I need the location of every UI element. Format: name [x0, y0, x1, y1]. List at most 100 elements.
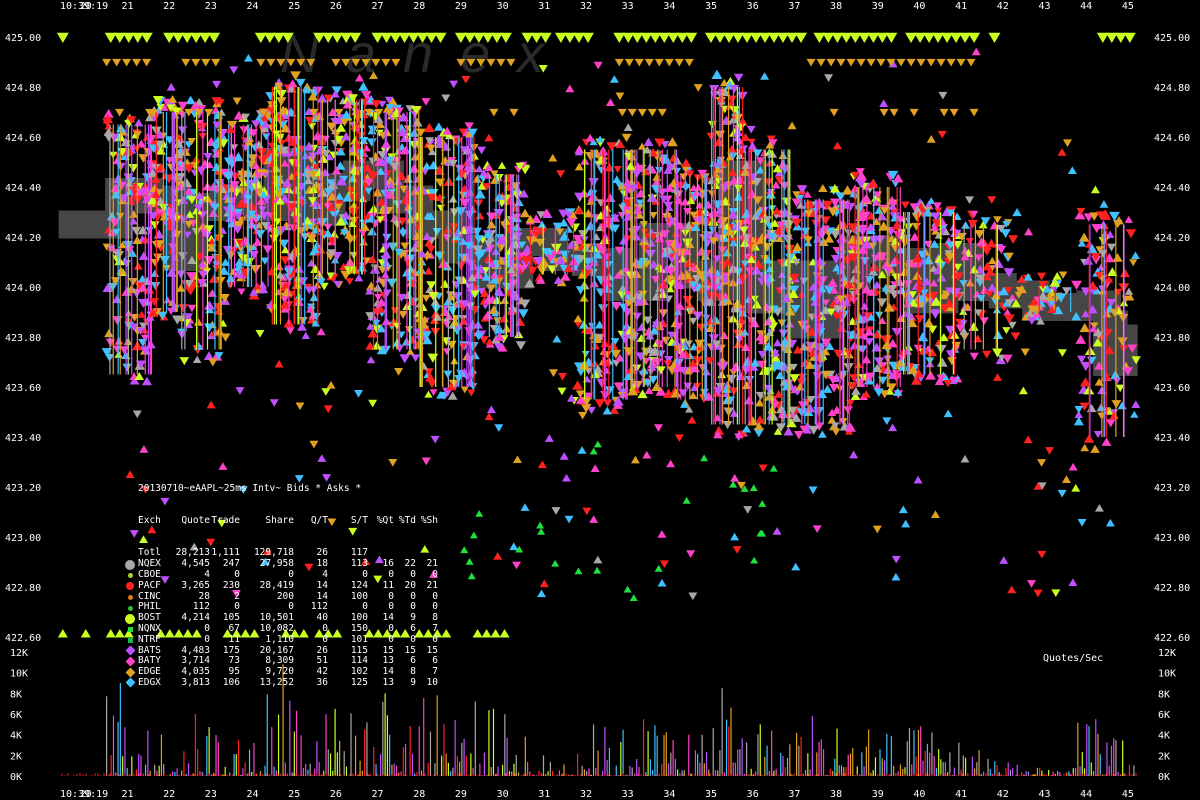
top-edge-marker [140, 32, 153, 43]
exchange-symbol-icon [124, 581, 136, 591]
outlier-marker [1020, 348, 1030, 357]
outlier-marker [965, 196, 975, 205]
quote-marker [576, 368, 586, 377]
outlier-marker [558, 372, 568, 381]
quote-marker [187, 304, 197, 313]
outlier-marker [612, 175, 622, 184]
outlier-marker [688, 592, 698, 601]
outlier-marker [615, 92, 625, 101]
trade-marker [750, 556, 759, 564]
trade-marker [551, 559, 560, 567]
quote-marker [177, 126, 188, 135]
rate-y-tick-left: 0K [10, 772, 22, 783]
y-tick-label-left: 424.00 [5, 283, 41, 294]
quote-marker [467, 389, 476, 397]
x-tick-label-bottom: 42 [997, 789, 1009, 800]
outlier-marker [659, 560, 669, 569]
rate-y-tick-right: 2K [1158, 751, 1170, 762]
quote-marker [982, 350, 992, 359]
bottom-edge-marker [105, 629, 116, 638]
outlier-marker [1090, 185, 1100, 194]
outlier-marker [960, 454, 970, 463]
y-tick-label-right: 424.40 [1154, 183, 1190, 194]
outlier-marker [493, 552, 503, 560]
stats-cell: 125 [350, 676, 368, 688]
outlier-marker [632, 170, 642, 179]
quote-marker [1125, 229, 1137, 239]
rate-y-tick-left: 8K [10, 689, 22, 700]
quote-marker [1131, 251, 1140, 260]
edge-shelf-marker [614, 58, 624, 67]
exchange-symbol-icon [124, 592, 136, 602]
x-tick-label-bottom: 43 [1038, 789, 1050, 800]
quote-marker [1129, 259, 1138, 267]
x-tick-label-top: 44 [1080, 1, 1092, 12]
x-tick-label-bottom: 25 [288, 789, 300, 800]
trade-marker [769, 464, 778, 472]
outlier-marker [274, 359, 284, 368]
outlier-marker [1033, 589, 1043, 598]
x-tick-label-top: 42 [997, 1, 1009, 12]
outlier-marker [832, 141, 842, 150]
outlier-marker [206, 400, 216, 409]
edge-shelf-marker [866, 58, 876, 67]
quote-marker [773, 338, 782, 347]
exchange-symbol-icon [124, 645, 136, 656]
outlier-marker [987, 196, 997, 204]
outlier-marker [686, 550, 696, 558]
x-tick-label-bottom: 38 [830, 789, 842, 800]
outlier-marker [743, 506, 753, 514]
outlier-marker [1037, 550, 1047, 559]
quote-marker [433, 122, 444, 131]
quote-marker [1008, 235, 1019, 244]
x-tick-label-top: 24 [246, 1, 258, 12]
outlier-marker [1027, 317, 1037, 325]
quote-marker [220, 333, 231, 342]
stats-cell: 36 [316, 676, 328, 688]
outlier-marker [561, 473, 571, 482]
edge-shelf-marker [846, 58, 856, 67]
quote-marker [404, 326, 414, 334]
trade-marker [467, 572, 476, 580]
outlier-marker [484, 412, 494, 421]
quote-marker [986, 238, 997, 248]
top-edge-marker [685, 32, 698, 43]
quote-marker [646, 192, 658, 202]
trade-marker [574, 567, 583, 575]
edge-shelf-marker [664, 58, 674, 67]
quote-marker [204, 300, 215, 310]
top-edge-marker [885, 32, 898, 43]
quote-marker [451, 281, 462, 290]
outlier-marker [758, 464, 768, 473]
quote-marker [390, 307, 399, 315]
x-tick-label-top: 25 [288, 1, 300, 12]
quote-marker [488, 304, 500, 315]
outlier-marker [747, 141, 757, 150]
outlier-marker [730, 473, 740, 482]
quote-marker [1124, 215, 1133, 223]
quote-marker [901, 201, 910, 209]
x-tick-label-top: 38 [830, 1, 842, 12]
quote-marker [133, 262, 143, 270]
quote-marker [775, 371, 785, 380]
quote-marker [134, 118, 144, 127]
stats-cell: 0 [204, 633, 210, 645]
quote-marker [421, 294, 431, 303]
stats-cell: 0 [410, 633, 416, 645]
x-tick-label-top: 31 [538, 1, 550, 12]
y-tick-label-right: 424.00 [1154, 283, 1190, 294]
edge-shelf-marker [956, 58, 966, 67]
quote-marker [973, 334, 983, 343]
edge-shelf-marker [191, 58, 201, 67]
trade-marker [589, 447, 598, 455]
y-tick-label-right: 423.20 [1154, 483, 1190, 494]
edge-shelf-marker [829, 108, 839, 117]
quote-marker [841, 185, 853, 195]
trade-marker [700, 454, 709, 462]
edge-shelf-marker [181, 58, 191, 67]
y-tick-label-left: 422.60 [5, 633, 41, 644]
rate-y-tick-right: 10K [1158, 669, 1176, 680]
outlier-marker [520, 503, 530, 511]
quote-marker [602, 366, 611, 374]
edge-shelf-marker [489, 108, 499, 117]
